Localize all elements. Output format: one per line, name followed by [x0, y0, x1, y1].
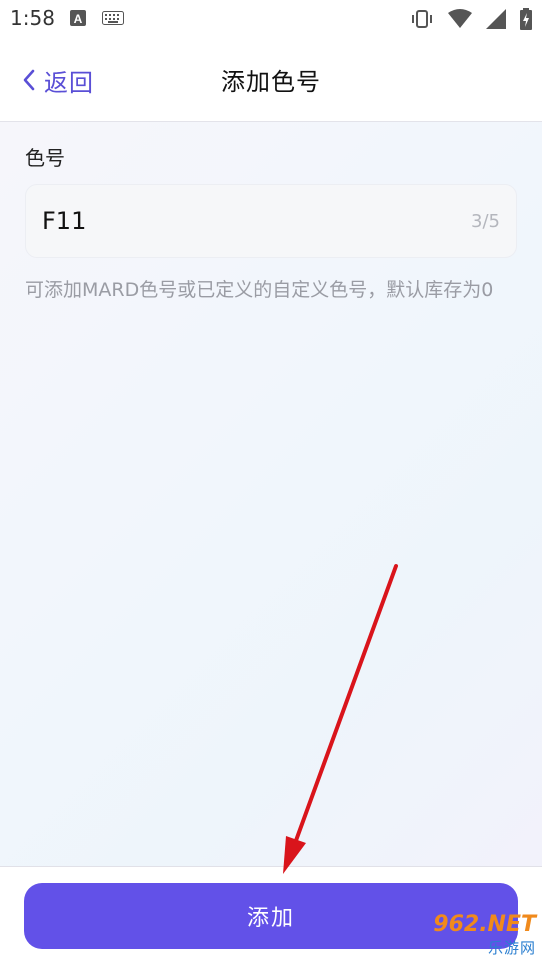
- main-content: 色号 F11 3/5 可添加MARD色号或已定义的自定义色号，默认库存为0: [0, 122, 542, 866]
- status-time: 1:58: [10, 6, 55, 30]
- watermark-logo: 962.NET 乐游网: [400, 906, 542, 963]
- status-bar: 1:58 A: [0, 0, 542, 38]
- color-code-input-value[interactable]: F11: [42, 207, 86, 235]
- hint-text: 可添加MARD色号或已定义的自定义色号，默认库存为0: [25, 279, 494, 301]
- watermark-line1: 962.NET: [433, 911, 536, 937]
- color-code-label: 色号: [25, 146, 65, 170]
- status-left-icons: A: [70, 10, 124, 26]
- svg-text:A: A: [74, 12, 83, 26]
- keyboard-icon: [102, 11, 124, 25]
- font-a-icon: A: [70, 10, 86, 26]
- header: 返回 添加色号: [0, 38, 542, 122]
- character-counter: 3/5: [471, 211, 500, 232]
- page-title: 添加色号: [221, 68, 321, 96]
- battery-charging-icon: [520, 8, 532, 30]
- watermark-line2: 乐游网: [487, 938, 536, 957]
- vibrate-icon: [412, 10, 432, 28]
- color-code-input[interactable]: F11 3/5: [25, 184, 517, 258]
- status-right-icons: [410, 8, 532, 30]
- signal-icon: [486, 9, 506, 29]
- wifi-icon: [448, 9, 472, 28]
